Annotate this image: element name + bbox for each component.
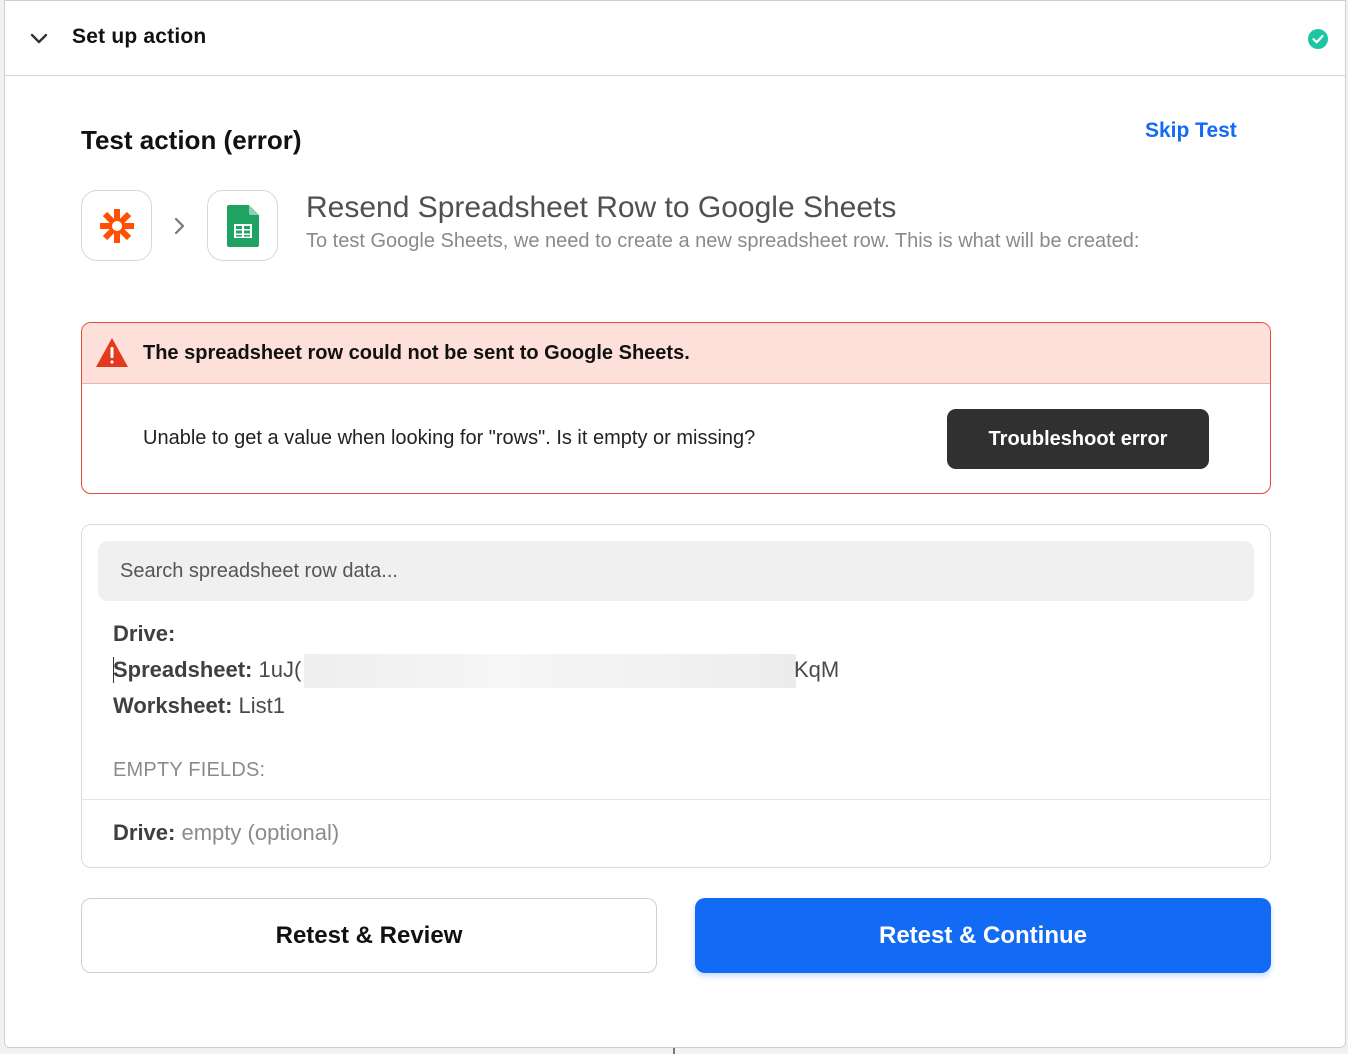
- retest-continue-button[interactable]: Retest & Continue: [695, 898, 1271, 973]
- field-key: Drive:: [113, 621, 176, 646]
- google-sheets-icon: [226, 204, 259, 247]
- field-value-end: KqM: [794, 657, 840, 682]
- zapier-asterisk-icon: [99, 208, 134, 243]
- divider: [82, 799, 1270, 800]
- field-key: Worksheet:: [113, 693, 233, 718]
- error-message: Unable to get a value when looking for "…: [143, 427, 756, 449]
- warning-icon: [96, 338, 128, 367]
- field-drive: Drive:: [113, 621, 175, 647]
- error-heading: The spreadsheet row could not be sent to…: [143, 342, 690, 364]
- google-sheets-app-icon: [207, 190, 278, 261]
- action-subtitle: To test Google Sheets, we need to create…: [306, 230, 1140, 252]
- field-spreadsheet: Spreadsheet: 1uJ(: [113, 657, 301, 683]
- setup-action-panel: Set up action Test action (error) Skip T…: [4, 0, 1346, 1048]
- field-key: Drive:: [113, 820, 176, 845]
- error-alert: The spreadsheet row could not be sent to…: [81, 322, 1271, 494]
- error-alert-header: The spreadsheet row could not be sent to…: [82, 323, 1270, 384]
- zapier-app-icon: [81, 190, 152, 261]
- connector-line: [673, 1048, 675, 1054]
- check-circle-icon: [1308, 29, 1328, 49]
- search-input[interactable]: [98, 541, 1254, 601]
- section-title: Set up action: [72, 25, 207, 48]
- retest-review-button[interactable]: Retest & Review: [81, 898, 657, 973]
- field-key: Spreadsheet:: [113, 657, 253, 682]
- field-value: List1: [238, 693, 286, 718]
- chevron-down-icon[interactable]: [29, 29, 49, 49]
- action-title: Resend Spreadsheet Row to Google Sheets: [306, 191, 897, 224]
- section-header[interactable]: Set up action: [5, 1, 1345, 76]
- row-data-panel: Drive: Spreadsheet: 1uJ( KqM Worksheet: …: [81, 524, 1271, 868]
- empty-fields-label: EMPTY FIELDS:: [113, 759, 266, 781]
- text-cursor: [113, 657, 114, 683]
- page-title: Test action (error): [81, 125, 302, 155]
- field-worksheet: Worksheet: List1: [113, 693, 285, 719]
- skip-test-link[interactable]: Skip Test: [1145, 119, 1237, 143]
- chevron-right-icon: [174, 217, 185, 235]
- empty-field-drive: Drive: empty (optional): [113, 820, 339, 846]
- field-value-start: 1uJ(: [258, 657, 302, 682]
- field-value: empty (optional): [181, 820, 340, 845]
- redacted-value: [304, 654, 796, 688]
- troubleshoot-error-button[interactable]: Troubleshoot error: [947, 409, 1209, 469]
